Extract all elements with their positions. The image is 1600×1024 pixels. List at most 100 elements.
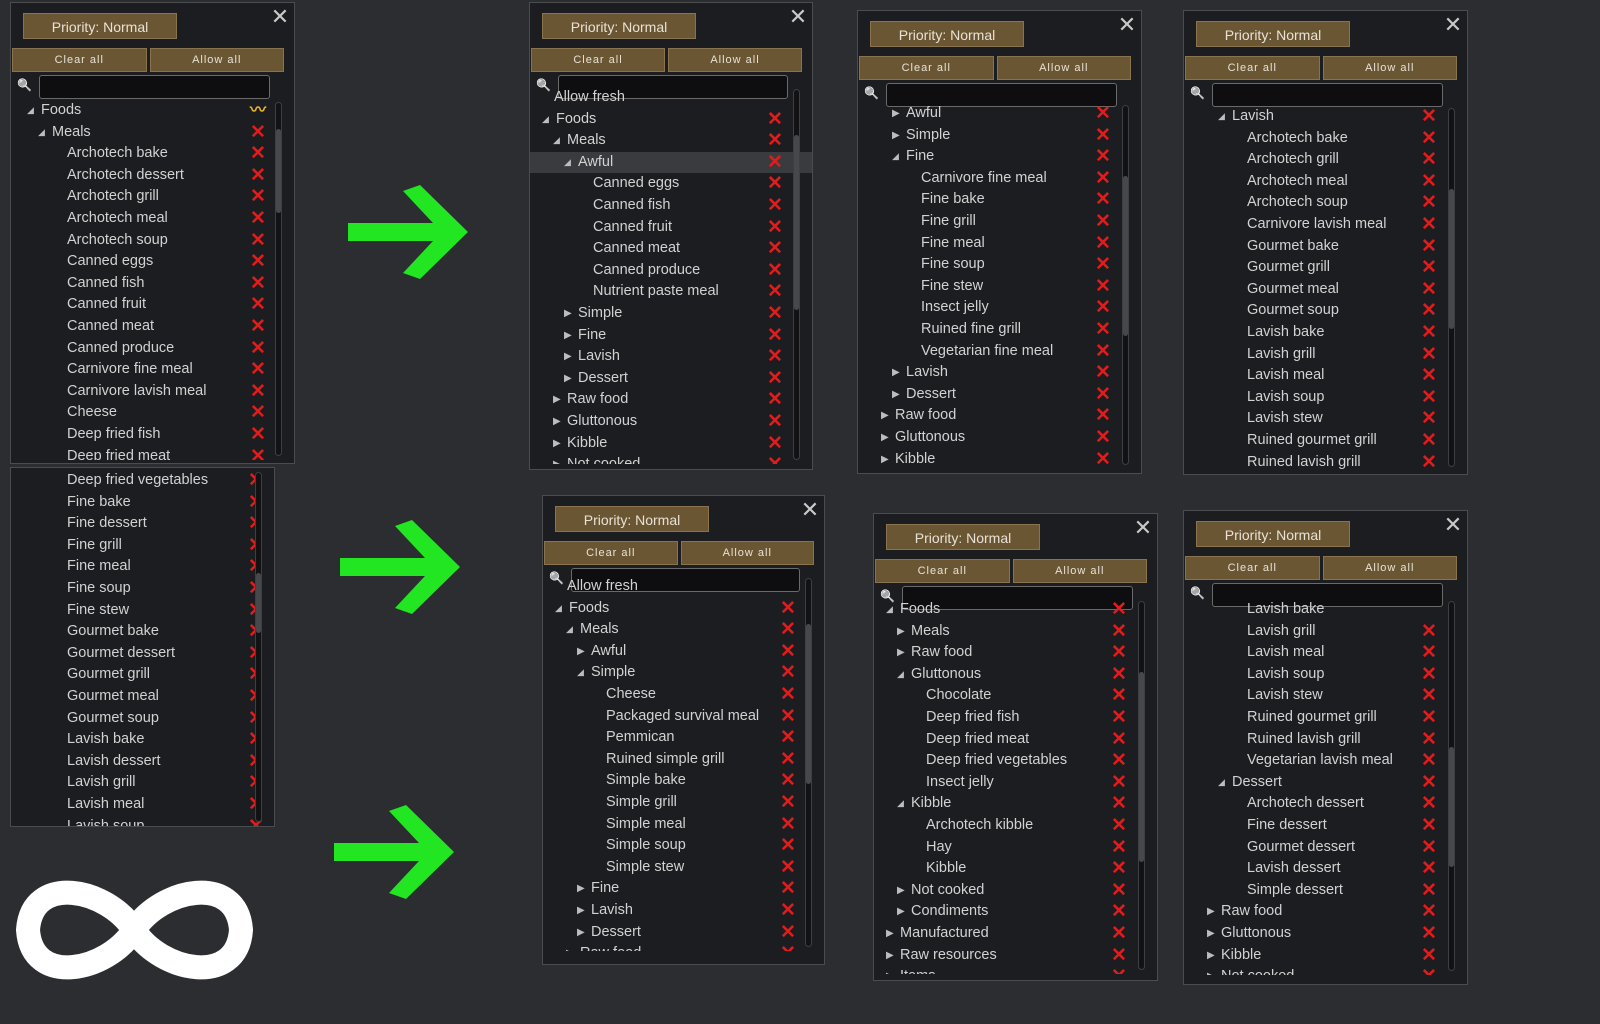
tree-row[interactable]: Fine dessert✕ [1184,815,1467,837]
tree-row[interactable]: Archotech dessert ✕ [1184,793,1467,815]
tree-row[interactable]: ◢ Kibble ✕ [874,793,1157,815]
red-x-icon[interactable]: ✕ [1110,642,1128,664]
red-x-icon[interactable]: ✕ [1110,901,1128,923]
red-x-icon[interactable]: ✕ [766,130,784,152]
tree-row[interactable]: Simple dessert ✕ [1184,880,1467,902]
triangle-expanded-icon[interactable]: ◢ [566,619,576,641]
tree-row[interactable]: Lavish stew ✕ [1184,408,1467,430]
tree-row[interactable]: Simple stew ✕ [543,857,824,879]
tree-row[interactable]: Lavish soup ✕ [1184,664,1467,686]
scrollbar[interactable] [275,102,282,456]
tree-row[interactable]: Canned produce ✕ [530,260,812,282]
red-x-icon[interactable]: ✕ [1420,664,1438,686]
red-x-icon[interactable]: ✕ [1094,384,1112,406]
tree-row[interactable]: Archotech grill ✕ [1184,149,1467,171]
tree-row[interactable]: Fine stew✕ [11,600,274,622]
tree-row[interactable]: Lavish meal ✕ [1184,642,1467,664]
triangle-expanded-icon[interactable]: ◢ [564,152,574,174]
red-x-icon[interactable]: ✕ [779,749,797,771]
tree-row[interactable]: Gourmet soup✕ [11,708,274,730]
tree-row[interactable]: Lavish dessert ✕ [1184,858,1467,880]
tree-row[interactable]: Simple grill ✕ [543,792,824,814]
tree-row[interactable]: Ruined lavish grill ✕ [1184,452,1467,472]
close-icon[interactable]: ✕ [799,499,821,521]
red-x-icon[interactable]: ✕ [1110,837,1128,859]
scrollbar-thumb[interactable] [806,624,811,784]
red-x-icon[interactable]: ✕ [1110,599,1128,621]
tree-row[interactable]: ▶ Awful ✕ [543,641,824,663]
red-x-icon[interactable]: ✕ [779,835,797,857]
triangle-expanded-icon[interactable]: ◢ [542,109,552,131]
tree-row[interactable]: ◢ Foods 〰 [11,100,294,122]
scrollbar-thumb[interactable] [1449,189,1454,329]
tree-row[interactable]: Simple soup ✕ [543,835,824,857]
tree-row[interactable]: Ruined gourmet grill ✕ [1184,430,1467,452]
red-x-icon[interactable]: ✕ [249,273,267,295]
red-x-icon[interactable]: ✕ [249,294,267,316]
tree-row[interactable]: Carnivore fine meal ✕ [858,168,1141,190]
red-x-icon[interactable]: ✕ [1094,168,1112,190]
priority-button[interactable]: Priority: Normal [23,13,177,39]
tree-row[interactable]: ◢ Meals ✕ [530,130,812,152]
red-x-icon[interactable]: ✕ [1110,966,1128,974]
tree-row[interactable]: Simple bake ✕ [543,770,824,792]
red-x-icon[interactable]: ✕ [1420,300,1438,322]
red-x-icon[interactable]: ✕ [1420,793,1438,815]
tree-row[interactable]: Kibble ✕ [874,858,1157,880]
tree-row[interactable]: Gourmet bake✕ [1184,236,1467,258]
tree-row[interactable]: Ruined gourmet grill ✕ [1184,707,1467,729]
tree-row[interactable]: ▶ Dessert ✕ [530,368,812,390]
red-x-icon[interactable]: ✕ [1110,750,1128,772]
tree-row[interactable]: ◢ Meals ✕ [11,122,294,144]
tree-row[interactable]: Ruined fine grill ✕ [858,319,1141,341]
red-x-icon[interactable]: ✕ [249,316,267,338]
tree-row[interactable]: ▶Raw food ✕ [1184,901,1467,923]
triangle-collapsed-icon[interactable]: ▶ [1207,966,1217,975]
red-x-icon[interactable]: ✕ [1420,408,1438,430]
red-x-icon[interactable]: ✕ [1094,405,1112,427]
tree-row[interactable]: ▶Raw food ✕ [874,642,1157,664]
red-x-icon[interactable]: ✕ [766,109,784,131]
tree-row[interactable]: Vegetarian lavish meal ✕ [1184,750,1467,772]
tree-row[interactable]: Deep fried vegetables ✕ [874,750,1157,772]
tree-row[interactable]: Fine soup✕ [11,578,274,600]
close-icon[interactable]: ✕ [1132,517,1154,539]
red-x-icon[interactable]: ✕ [779,943,797,951]
red-x-icon[interactable]: ✕ [249,359,267,381]
tree-row[interactable]: Fine stew✕ [858,276,1141,298]
tree-row[interactable]: ◢ Gluttonous ✕ [874,664,1157,686]
red-x-icon[interactable]: ✕ [1094,125,1112,147]
red-x-icon[interactable]: ✕ [1110,923,1128,945]
red-x-icon[interactable]: ✕ [1420,707,1438,729]
red-x-icon[interactable]: ✕ [1094,341,1112,363]
tree-row[interactable]: Lavish soup ✕ [1184,387,1467,409]
tree-row[interactable]: Fine bake✕ [11,492,274,514]
red-x-icon[interactable]: ✕ [249,338,267,360]
red-x-icon[interactable]: ✕ [1420,901,1438,923]
red-x-icon[interactable]: ✕ [1094,276,1112,298]
red-x-icon[interactable]: ✕ [1420,128,1438,150]
triangle-collapsed-icon[interactable]: ▶ [553,433,563,455]
tree-row[interactable]: ▶Raw food ✕ [530,389,812,411]
red-x-icon[interactable]: ✕ [1420,923,1438,945]
tree-row[interactable]: Lavish grill ✕ [1184,621,1467,643]
red-x-icon[interactable]: ✕ [1420,837,1438,859]
tree-row[interactable]: Pemmican ✕ [543,727,824,749]
triangle-collapsed-icon[interactable]: ▶ [553,454,563,464]
tree-row[interactable]: ◢ Fine ✕ [858,146,1141,168]
tree-row[interactable]: ▶Not cooked ✕ [874,880,1157,902]
triangle-collapsed-icon[interactable]: ▶ [1207,901,1217,923]
tree-row[interactable]: Fine dessert✕ [11,513,274,535]
red-x-icon[interactable]: ✕ [1420,685,1438,707]
triangle-collapsed-icon[interactable]: ▶ [577,878,587,900]
red-x-icon[interactable]: ✕ [779,598,797,620]
tree-row[interactable]: ◢ Dessert ✕ [1184,772,1467,794]
red-x-icon[interactable]: ✕ [779,792,797,814]
tree-row[interactable]: Packaged survival meal ✕ [543,706,824,728]
red-x-icon[interactable]: ✕ [1094,297,1112,319]
tree-row[interactable]: Deep fried fish ✕ [874,707,1157,729]
red-x-icon[interactable]: ✕ [766,238,784,260]
red-x-icon[interactable]: ✕ [779,814,797,836]
tree-row[interactable]: Gourmet bake✕ [11,621,274,643]
red-x-icon[interactable]: ✕ [249,186,267,208]
